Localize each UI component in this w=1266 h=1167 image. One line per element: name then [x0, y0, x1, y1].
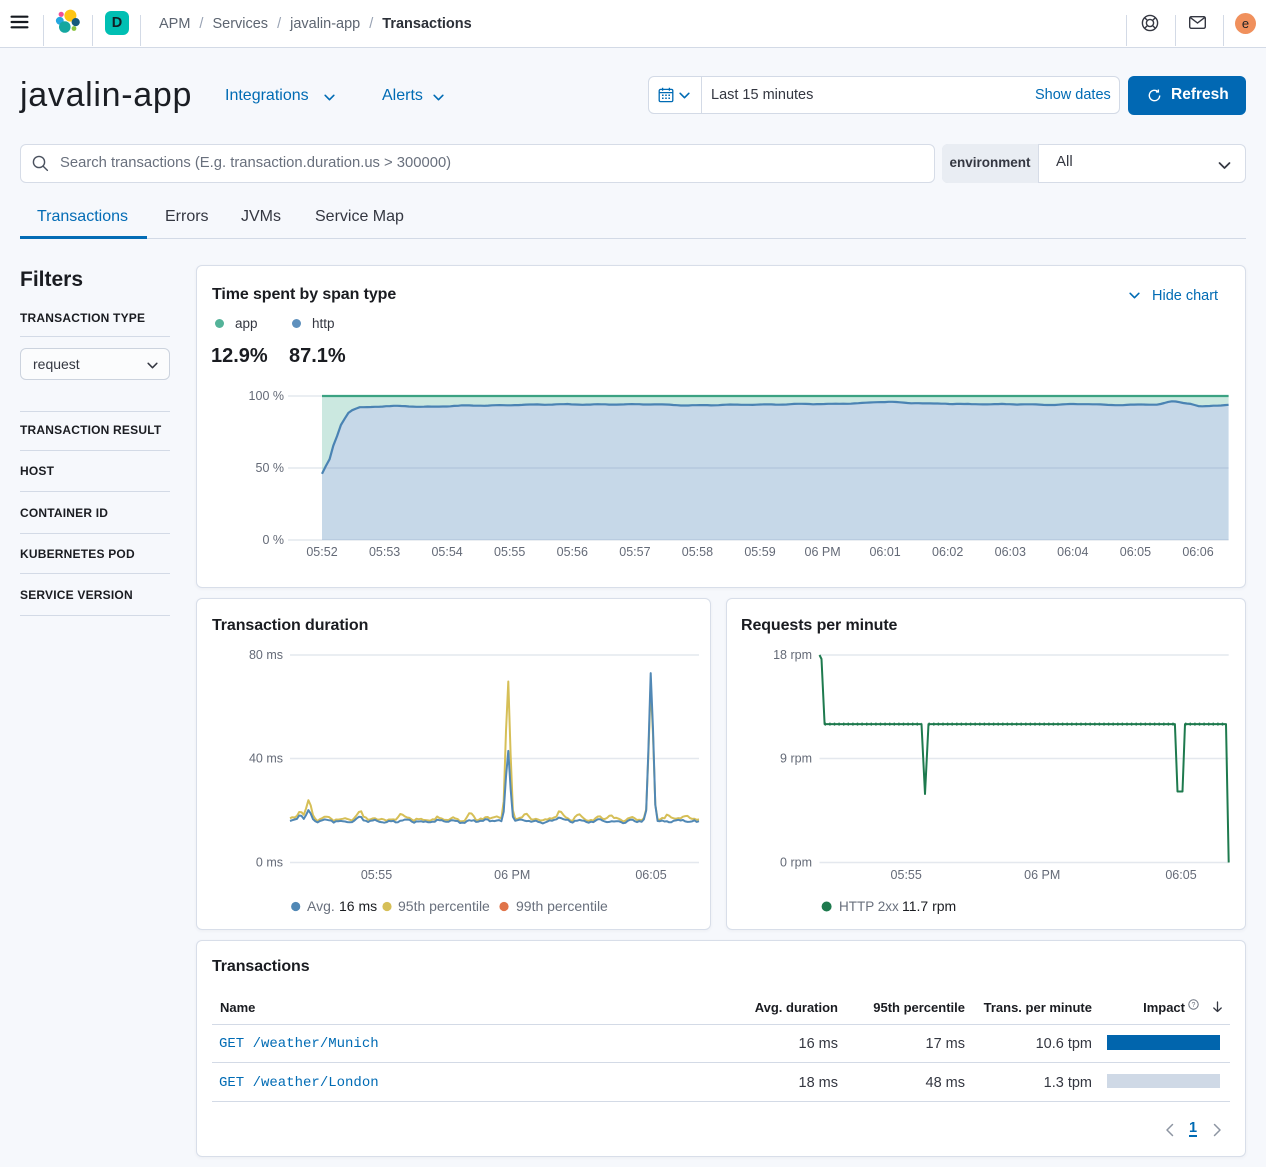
svg-text:06:03: 06:03 [995, 545, 1026, 559]
svg-text:0 ms: 0 ms [256, 856, 283, 870]
svg-text:0 rpm: 0 rpm [780, 856, 812, 870]
svg-text:06 PM: 06 PM [1024, 868, 1060, 882]
svg-text:06:02: 06:02 [932, 545, 963, 559]
svg-text:06 PM: 06 PM [494, 868, 530, 882]
svg-text:9 rpm: 9 rpm [780, 752, 812, 766]
svg-text:05:55: 05:55 [494, 545, 525, 559]
svg-text:05:52: 05:52 [306, 545, 337, 559]
svg-text:11.7 rpm: 11.7 rpm [902, 898, 956, 914]
svg-text:06:04: 06:04 [1057, 545, 1088, 559]
svg-text:05:54: 05:54 [431, 545, 462, 559]
svg-text:05:59: 05:59 [744, 545, 775, 559]
svg-text:06:01: 06:01 [869, 545, 900, 559]
svg-text:06:05: 06:05 [1165, 868, 1196, 882]
svg-text:05:58: 05:58 [682, 545, 713, 559]
svg-text:05:57: 05:57 [619, 545, 650, 559]
svg-text:06:06: 06:06 [1182, 545, 1213, 559]
svg-text:05:56: 05:56 [557, 545, 588, 559]
svg-text:99th percentile: 99th percentile [516, 898, 608, 914]
svg-text:05:55: 05:55 [361, 868, 392, 882]
svg-text:06:05: 06:05 [1120, 545, 1151, 559]
svg-text:06:05: 06:05 [635, 868, 666, 882]
svg-text:HTTP 2xx: HTTP 2xx [839, 899, 899, 914]
svg-text:100 %: 100 % [249, 389, 284, 403]
svg-text:80 ms: 80 ms [249, 648, 283, 662]
svg-text:05:53: 05:53 [369, 545, 400, 559]
svg-text:0 %: 0 % [262, 533, 284, 547]
svg-text:95th percentile: 95th percentile [398, 898, 490, 914]
svg-text:?: ? [1192, 1002, 1196, 1009]
svg-text:05:55: 05:55 [891, 868, 922, 882]
svg-text:18 rpm: 18 rpm [773, 648, 812, 662]
svg-text:16 ms: 16 ms [339, 898, 377, 914]
svg-text:Avg.: Avg. [307, 898, 335, 914]
svg-text:40 ms: 40 ms [249, 752, 283, 766]
svg-text:50 %: 50 % [256, 461, 285, 475]
svg-text:06 PM: 06 PM [805, 545, 841, 559]
